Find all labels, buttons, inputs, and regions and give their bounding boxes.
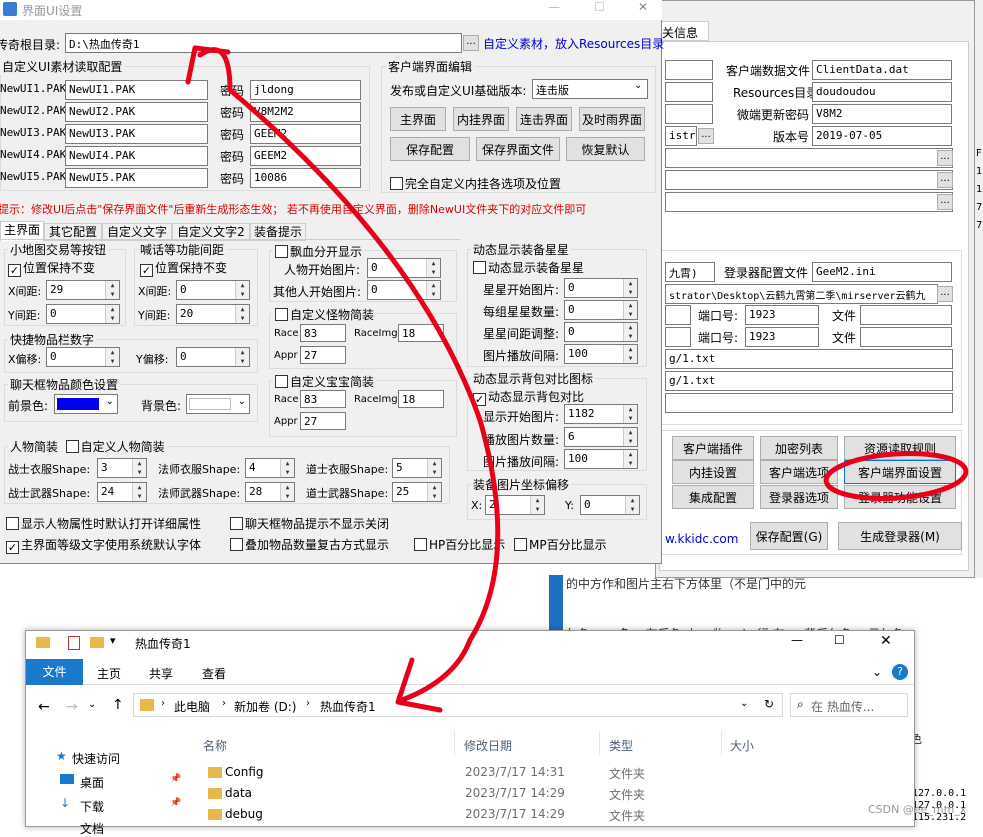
annotation-circle [823, 451, 969, 501]
annotation-arrow-curve [197, 47, 501, 703]
annotation-overlay [185, 45, 969, 713]
csdn-watermark: CSDN @ee_mm_x [868, 803, 967, 816]
